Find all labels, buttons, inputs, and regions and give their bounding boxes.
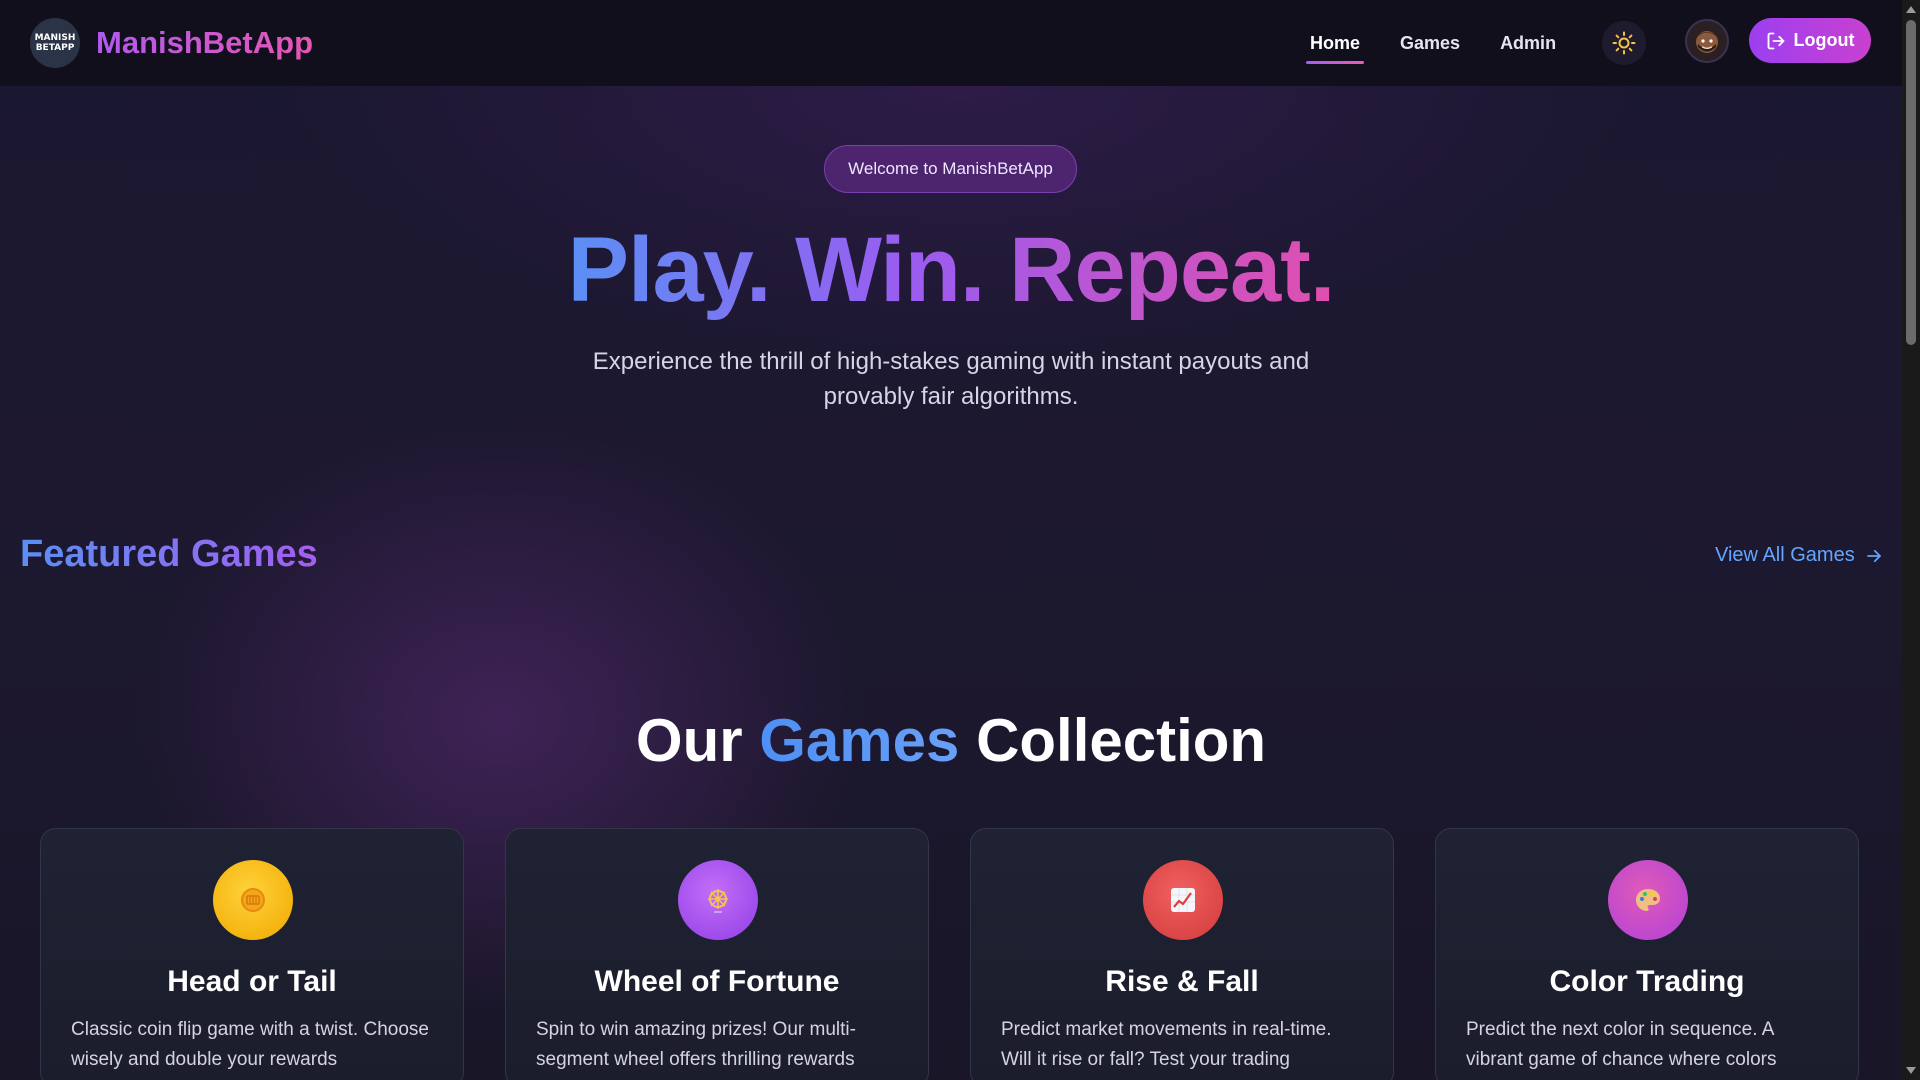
navbar: MANISH BETAPP ManishBetApp Home Games Ad… [0, 0, 1902, 86]
arrow-right-icon [1866, 549, 1881, 562]
logo-text-line1: MANISH [34, 33, 76, 43]
game-card-color-trading[interactable]: Color Trading Predict the next color in … [1435, 828, 1859, 1080]
game-title: Wheel of Fortune [594, 965, 840, 998]
logout-icon [1767, 32, 1784, 49]
collection-title: Our Games Collection [0, 706, 1902, 775]
hero-title-text: Play. Win. Repeat. [567, 219, 1336, 321]
logout-label: Logout [1793, 30, 1855, 50]
game-description: Spin to win amazing prizes! Our multi-se… [536, 1019, 856, 1070]
wheel-icon [678, 860, 758, 940]
hero-title: Play. Win. Repeat. [0, 218, 1902, 323]
sun-icon [1612, 31, 1636, 55]
chart-up-icon [1143, 860, 1223, 940]
featured-games-title: Featured Games [20, 533, 318, 575]
hero-subtitle: Experience the thrill of high-stakes gam… [592, 348, 1310, 410]
games-grid: Head or Tail Classic coin flip game with… [40, 828, 1862, 1080]
brand-name[interactable]: ManishBetApp [96, 25, 313, 61]
palette-icon [1608, 860, 1688, 940]
scroll-up-arrow-icon[interactable] [1906, 6, 1916, 13]
nav-link-games[interactable]: Games [1400, 0, 1460, 86]
game-card-rise-and-fall[interactable]: Rise & Fall Predict market movements in … [970, 828, 1394, 1080]
page-scrollbar[interactable] [1902, 0, 1920, 1080]
game-title: Color Trading [1549, 965, 1745, 998]
game-title: Rise & Fall [1105, 965, 1259, 998]
nav-link-admin[interactable]: Admin [1500, 0, 1556, 86]
logo-badge[interactable]: MANISH BETAPP [30, 18, 80, 68]
game-description: Predict market movements in real-time. W… [1001, 1019, 1332, 1070]
game-title: Head or Tail [167, 965, 337, 998]
game-card-head-or-tail[interactable]: Head or Tail Classic coin flip game with… [40, 828, 464, 1080]
coin-icon [213, 860, 293, 940]
game-card-wheel-of-fortune[interactable]: Wheel of Fortune Spin to win amazing pri… [505, 828, 929, 1080]
view-all-label: View All Games [1715, 544, 1855, 566]
game-description: Classic coin flip game with a twist. Cho… [71, 1019, 429, 1070]
nav-links: Home Games Admin [1305, 0, 1596, 86]
user-avatar[interactable] [1685, 19, 1729, 63]
collection-title-part2: Collection [976, 707, 1267, 774]
collection-title-accent: Games [759, 707, 960, 774]
logout-button[interactable]: Logout [1749, 18, 1871, 63]
nav-link-home[interactable]: Home [1305, 0, 1365, 86]
welcome-badge: Welcome to ManishBetApp [824, 145, 1077, 193]
theme-toggle-button[interactable] [1602, 21, 1646, 65]
collection-title-part1: Our [635, 707, 743, 774]
scroll-down-arrow-icon[interactable] [1906, 1067, 1916, 1074]
scroll-thumb[interactable] [1906, 20, 1916, 345]
view-all-games-link[interactable]: View All Games [1715, 544, 1883, 567]
logo-text-line2: BETAPP [35, 43, 75, 53]
avatar-face-icon [1696, 31, 1718, 53]
game-description: Predict the next color in sequence. A vi… [1466, 1019, 1777, 1070]
